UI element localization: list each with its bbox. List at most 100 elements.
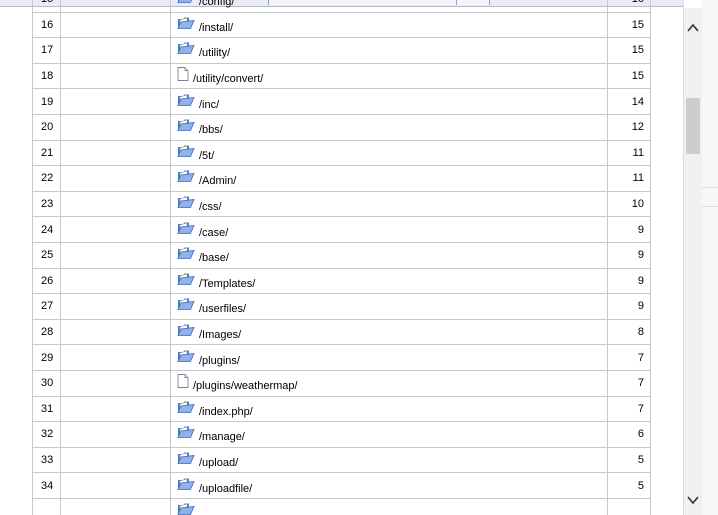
row-number [32,497,61,515]
folder-icon [177,169,195,183]
scroll-up-button[interactable] [684,20,702,36]
count-cell: 5 [607,472,651,499]
path-cell: /userfiles/ [170,293,608,320]
path-cell: /5t/ [170,139,608,167]
empty-cell [60,472,171,499]
count-cell: 15 [607,62,651,90]
path-link[interactable]: /inc/ [199,99,219,111]
folder-icon [177,349,195,363]
folder-icon [177,502,195,515]
path-cell: /plugins/ [170,344,608,371]
empty-cell [60,318,171,346]
path-cell: /index.php/ [170,395,608,423]
path-cell: /uploadfile/ [170,472,608,499]
empty-cell [60,88,171,115]
table-row: 27/userfiles/9 [32,293,651,320]
path-cell: /inc/ [170,88,608,115]
path-cell: /Images/ [170,318,608,346]
path-link[interactable]: /install/ [199,22,233,34]
directory-table-wrap: 15/config/1616/install/1517/utility/1518… [32,0,651,515]
table-row: 29/plugins/7 [32,344,651,371]
folder-icon [177,144,195,158]
count-cell: 16 [607,0,651,13]
directory-table-body: 15/config/1616/install/1517/utility/1518… [32,0,651,515]
table-row: 34/uploadfile/5 [32,472,651,499]
path-link[interactable]: /css/ [199,201,222,213]
folder-icon [177,477,195,491]
path-link[interactable]: /index.php/ [199,406,253,418]
row-number: 30 [32,369,61,397]
table-row: 30/plugins/weathermap/7 [32,369,651,397]
scroll-thumb[interactable] [686,98,700,154]
folder-icon [177,221,195,235]
path-cell: /install/ [170,11,608,39]
empty-cell [60,0,171,13]
path-link[interactable]: /case/ [199,227,228,239]
table-row: 33/upload/5 [32,446,651,474]
folder-icon [177,323,195,337]
table-row: 19/inc/14 [32,88,651,115]
empty-cell [60,497,171,515]
count-cell [607,497,651,515]
path-cell: /utility/convert/ [170,62,608,90]
empty-cell [60,421,171,448]
count-cell: 11 [607,139,651,167]
path-link[interactable]: /utility/ [199,47,230,59]
empty-cell [60,267,171,295]
count-cell: 9 [607,267,651,295]
path-cell: /Admin/ [170,165,608,192]
path-link[interactable]: /utility/convert/ [193,73,263,85]
folder-icon [177,16,195,30]
path-cell: /base/ [170,241,608,269]
path-cell: /bbs/ [170,113,608,141]
empty-cell [60,395,171,423]
count-cell: 14 [607,88,651,115]
count-cell: 9 [607,293,651,320]
path-link[interactable]: /plugins/weathermap/ [193,380,298,392]
path-link[interactable]: /manage/ [199,431,245,443]
path-link[interactable]: /upload/ [199,457,238,469]
count-cell: 10 [607,190,651,218]
vertical-scrollbar[interactable] [684,8,702,515]
count-cell: 7 [607,344,651,371]
table-row: 15/config/16 [32,0,651,13]
path-link[interactable]: /Templates/ [199,278,255,290]
count-cell: 12 [607,113,651,141]
path-link[interactable]: /Admin/ [199,175,236,187]
path-link[interactable]: /Images/ [199,329,241,341]
path-cell: /css/ [170,190,608,218]
empty-cell [60,11,171,39]
row-number: 31 [32,395,61,423]
path-link[interactable]: /uploadfile/ [199,483,252,495]
table-row: 32/manage/6 [32,421,651,448]
adjacent-panel-edge [702,0,718,515]
count-cell: 5 [607,446,651,474]
count-cell: 9 [607,241,651,269]
file-icon [177,374,189,389]
row-number: 22 [32,165,61,192]
path-link[interactable]: /base/ [199,252,229,264]
scroll-down-button[interactable] [684,492,702,508]
folder-icon [177,272,195,286]
count-cell: 6 [607,421,651,448]
empty-cell [60,344,171,371]
row-number: 23 [32,190,61,218]
path-link[interactable]: /5t/ [199,150,214,162]
path-link[interactable]: /plugins/ [199,355,240,367]
count-cell: 9 [607,216,651,243]
folder-icon [177,118,195,132]
path-link[interactable]: /config/ [199,0,234,8]
table-row: 31/index.php/7 [32,395,651,423]
folder-icon [177,425,195,439]
file-icon [177,67,189,82]
path-link[interactable]: /userfiles/ [199,303,246,315]
row-number: 32 [32,421,61,448]
path-link[interactable]: /bbs/ [199,124,223,136]
count-cell: 7 [607,395,651,423]
path-cell [170,497,608,515]
table-row: 22/Admin/11 [32,165,651,192]
table-row [32,497,651,515]
empty-cell [60,241,171,269]
folder-icon [177,297,195,311]
empty-cell [60,113,171,141]
